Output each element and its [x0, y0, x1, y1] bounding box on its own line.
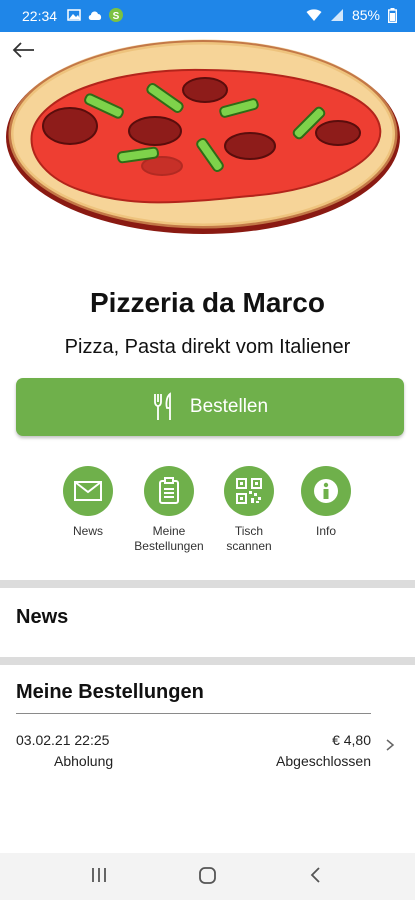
- order-row[interactable]: 03.02.21 22:25 Abholung € 4,80 Abgeschlo…: [16, 732, 401, 774]
- quick-action-news[interactable]: News: [48, 466, 128, 539]
- app-s-icon: S: [109, 8, 123, 22]
- order-button[interactable]: Bestellen: [16, 378, 404, 436]
- mail-icon: [74, 481, 102, 501]
- system-nav-bar: [0, 853, 415, 900]
- recent-apps-button[interactable]: [90, 865, 108, 890]
- fork-knife-icon: [154, 392, 171, 420]
- orders-circle: [144, 466, 194, 516]
- cloud-icon: [88, 11, 102, 20]
- quick-action-label: Info: [315, 524, 336, 538]
- orders-title-rule: [16, 713, 371, 714]
- battery-level: 85%: [351, 7, 380, 23]
- info-circle: [301, 466, 351, 516]
- pizza-hero-image: [6, 39, 400, 234]
- quick-action-info[interactable]: Info: [286, 466, 366, 539]
- news-circle: [63, 466, 113, 516]
- nav-back-button[interactable]: [308, 865, 322, 890]
- back-button[interactable]: [10, 36, 38, 64]
- section-divider: [0, 657, 415, 665]
- status-notification-icons: S: [67, 8, 123, 22]
- quick-action-scan-table[interactable]: Tisch scannen: [209, 466, 289, 554]
- section-divider: [0, 580, 415, 588]
- info-icon: [314, 479, 338, 503]
- status-time: 22:34: [22, 8, 58, 24]
- status-system-icons: 85%: [306, 7, 397, 23]
- status-bar: 22:34 S 85%: [0, 0, 415, 32]
- quick-action-label: Meine Bestellungen: [134, 524, 204, 553]
- back-chevron-icon: [310, 867, 320, 883]
- recent-apps-icon: [92, 868, 106, 882]
- order-status: Abgeschlossen: [276, 753, 371, 769]
- clipboard-icon: [159, 477, 179, 504]
- svg-text:S: S: [113, 11, 120, 22]
- orders-section-title: Meine Bestellungen: [16, 681, 204, 703]
- arrow-left-icon: [12, 42, 34, 58]
- scan-circle: [224, 466, 274, 516]
- restaurant-name: Pizzeria da Marco: [90, 287, 325, 318]
- home-button[interactable]: [197, 865, 219, 892]
- order-date: 03.02.21 22:25: [16, 732, 110, 748]
- image-icon: [67, 9, 81, 21]
- battery-icon: [388, 7, 397, 23]
- chevron-right-icon: [386, 739, 395, 751]
- order-button-label: Bestellen: [189, 396, 269, 417]
- home-icon: [199, 867, 216, 884]
- order-type: Abholung: [54, 753, 114, 769]
- news-section-title[interactable]: News: [16, 606, 68, 629]
- wifi-icon: [306, 9, 322, 21]
- quick-action-my-orders[interactable]: Meine Bestellungen: [129, 466, 209, 554]
- order-price: € 4,80: [332, 732, 371, 748]
- restaurant-tagline: Pizza, Pasta direkt vom Italiener: [64, 336, 351, 358]
- signal-icon: [330, 9, 343, 21]
- quick-action-label: News: [72, 524, 103, 538]
- qr-code-icon: [236, 478, 262, 504]
- quick-action-label: Tisch scannen: [226, 524, 272, 553]
